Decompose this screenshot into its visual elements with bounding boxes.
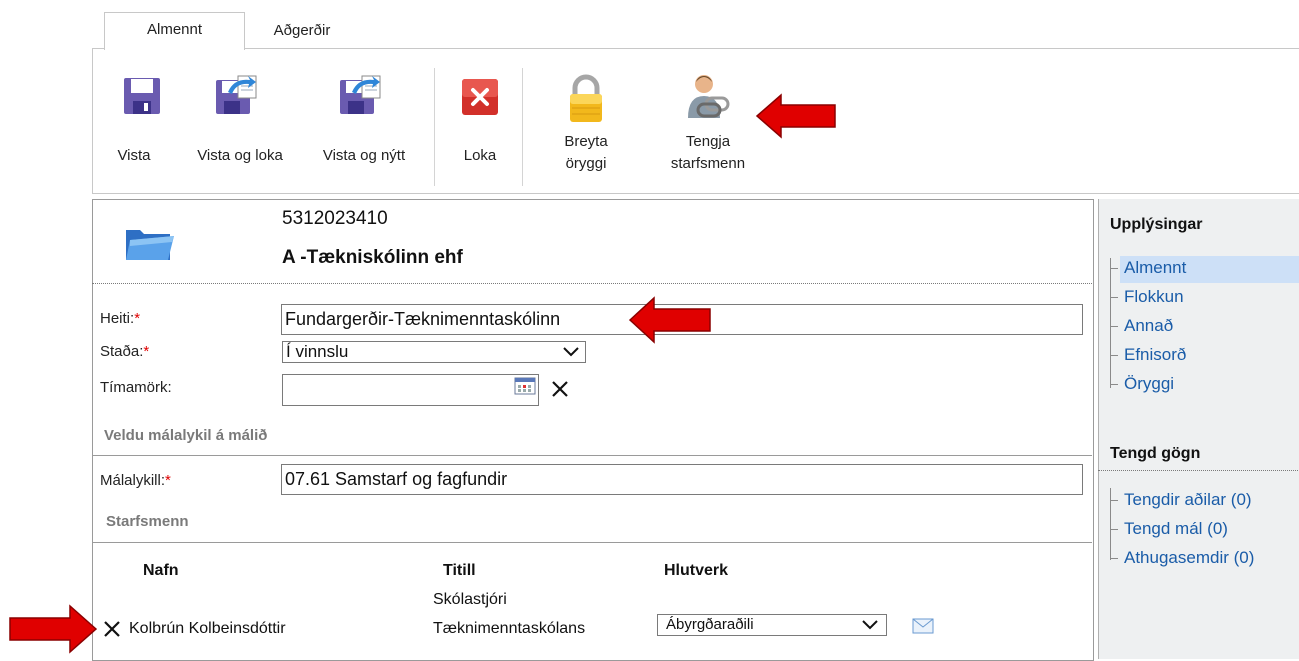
deadline-input[interactable]: [282, 374, 539, 406]
record-number: 5312023410: [282, 208, 388, 229]
save-new-label: Vista og nýtt: [322, 147, 406, 164]
save-new-icon: [340, 75, 381, 114]
close-icon: [462, 79, 498, 115]
save-icon: [124, 78, 160, 114]
clear-date-icon[interactable]: [551, 380, 569, 398]
change-security-button[interactable]: Breyta öryggi: [548, 72, 624, 182]
side-item-annad[interactable]: Annað: [1108, 316, 1173, 336]
column-header-name: Nafn: [143, 562, 179, 579]
status-value: Í vinnslu: [286, 342, 349, 361]
save-close-icon: [216, 75, 257, 114]
staff-title-line-1: Skólastjóri: [433, 591, 507, 608]
annotation-arrow: [628, 296, 711, 344]
role-value: Ábyrgðaraðili: [666, 616, 754, 633]
side-info-header: Upplýsingar: [1110, 216, 1203, 233]
save-close-button[interactable]: Vista og loka: [180, 72, 300, 182]
staff-name: Kolbrún Kolbeinsdóttir: [129, 620, 286, 637]
connect-staff-button[interactable]: Tengja starfsmenn: [650, 72, 766, 182]
connect-staff-icon: [688, 75, 730, 118]
annotation-arrow: [755, 93, 836, 139]
divider: [92, 455, 1092, 456]
tab-almennt[interactable]: Almennt: [104, 12, 245, 50]
save-button[interactable]: Vista: [104, 72, 164, 182]
deadline-label: Tímamörk:: [100, 379, 172, 396]
connect-staff-label-1: Tengja: [685, 133, 731, 150]
side-item-oryggi[interactable]: Öryggi: [1108, 374, 1174, 394]
divider: [92, 283, 1092, 284]
close-button[interactable]: Loka: [448, 72, 512, 182]
chevron-down-icon: [563, 347, 579, 357]
annotation-arrow: [9, 604, 98, 654]
side-item-almennt[interactable]: Almennt: [1108, 258, 1186, 278]
connect-staff-label-2: starfsmenn: [670, 155, 746, 172]
record-title: A -Tækniskólinn ehf: [282, 247, 463, 268]
save-label: Vista: [117, 147, 151, 164]
section-key-heading: Veldu málalykil á málið: [104, 427, 268, 444]
folder-icon: [126, 230, 174, 260]
column-header-title: Titill: [443, 562, 476, 579]
side-item-efnisord[interactable]: Efnisorð: [1108, 345, 1186, 365]
change-security-label-1: Breyta: [564, 133, 608, 150]
name-label: Heiti:*: [100, 310, 141, 327]
remove-staff-icon[interactable]: [103, 620, 121, 638]
ribbon-separator: [522, 68, 523, 186]
tab-adgerdir[interactable]: Aðgerðir: [257, 14, 347, 48]
side-item-comments[interactable]: Athugasemdir (0): [1108, 548, 1254, 568]
ribbon-separator: [434, 68, 435, 186]
side-item-flokkun[interactable]: Flokkun: [1108, 287, 1184, 307]
save-close-label: Vista og loka: [197, 147, 283, 164]
section-staff-heading: Starfsmenn: [106, 513, 189, 530]
key-label: Málalykill:*: [100, 472, 171, 489]
staff-title-line-2: Tæknimenntaskólans: [433, 620, 586, 637]
side-item-related-cases[interactable]: Tengd mál (0): [1108, 519, 1228, 539]
side-related-header: Tengd gögn: [1110, 445, 1201, 462]
key-input[interactable]: 07.61 Samstarf og fagfundir: [281, 464, 1083, 495]
save-new-button[interactable]: Vista og nýtt: [304, 72, 424, 182]
chevron-down-icon: [862, 620, 878, 630]
close-label: Loka: [463, 147, 497, 164]
lock-icon: [570, 74, 602, 122]
role-select[interactable]: Ábyrgðaraðili: [657, 614, 887, 636]
divider: [92, 542, 1092, 543]
email-icon[interactable]: [912, 618, 934, 634]
divider: [1098, 470, 1299, 471]
change-security-label-2: öryggi: [565, 155, 607, 172]
status-select[interactable]: Í vinnslu: [282, 341, 586, 363]
column-header-role: Hlutverk: [664, 562, 729, 579]
calendar-icon[interactable]: [514, 377, 536, 395]
side-item-related-parties[interactable]: Tengdir aðilar (0): [1108, 490, 1252, 510]
status-label: Staða:*: [100, 343, 150, 360]
